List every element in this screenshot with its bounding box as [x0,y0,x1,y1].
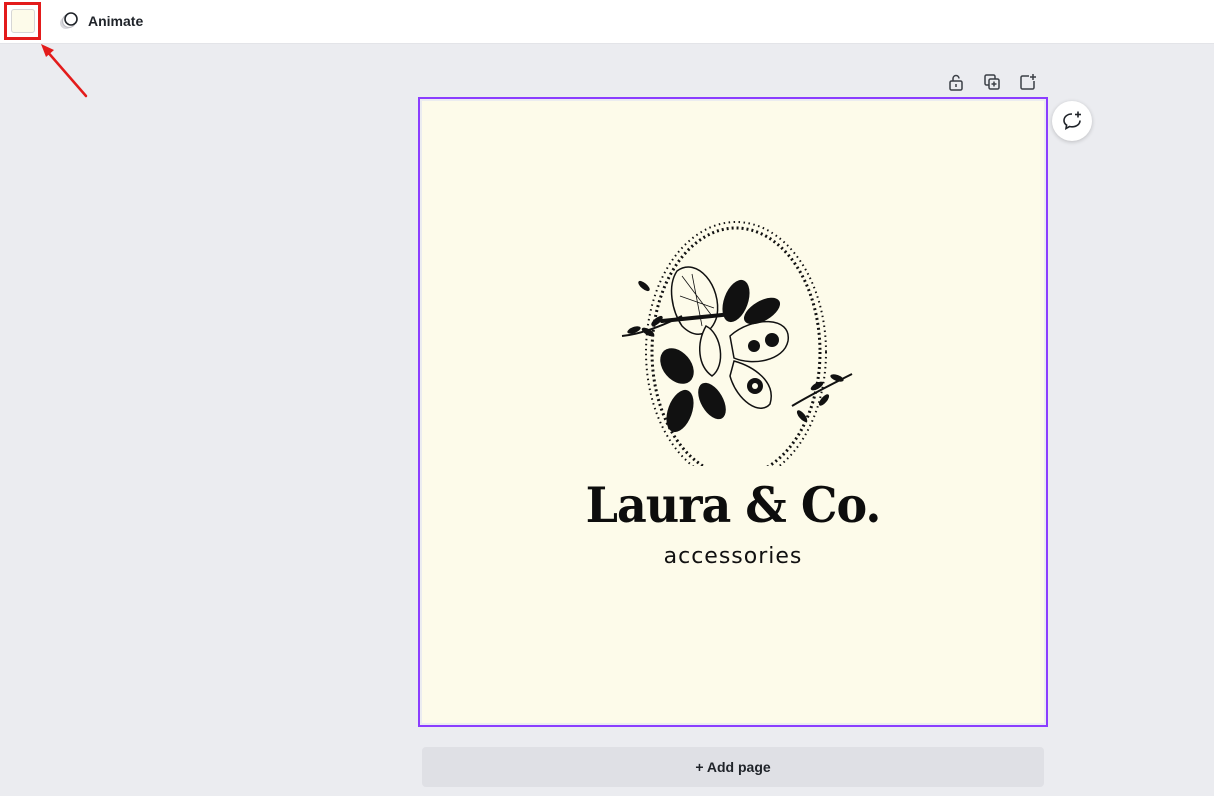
duplicate-page-icon[interactable] [982,72,1002,92]
add-page-button[interactable]: + Add page [422,747,1044,787]
page-tools [946,72,1038,92]
annotation-arrow [41,44,88,98]
design-page[interactable]: Laura & Co. accessories [422,101,1044,723]
unlock-icon[interactable] [946,72,966,92]
editor-toolbar: Animate [0,0,1214,44]
design-canvas[interactable]: Laura & Co. accessories [418,97,1048,727]
background-color-swatch[interactable] [10,9,35,33]
brand-name[interactable]: Laura & Co. [422,477,1044,534]
butterfly-floral-emblem [621,221,853,466]
add-comment-icon [1063,111,1081,131]
brand-tagline[interactable]: accessories [422,544,1044,569]
add-comment-button[interactable] [1052,101,1092,141]
background-color-button[interactable] [4,2,41,40]
add-page-icon[interactable] [1018,72,1038,92]
animate-label: Animate [88,13,144,29]
animate-icon [60,12,78,29]
animate-button[interactable]: Animate [58,8,149,34]
